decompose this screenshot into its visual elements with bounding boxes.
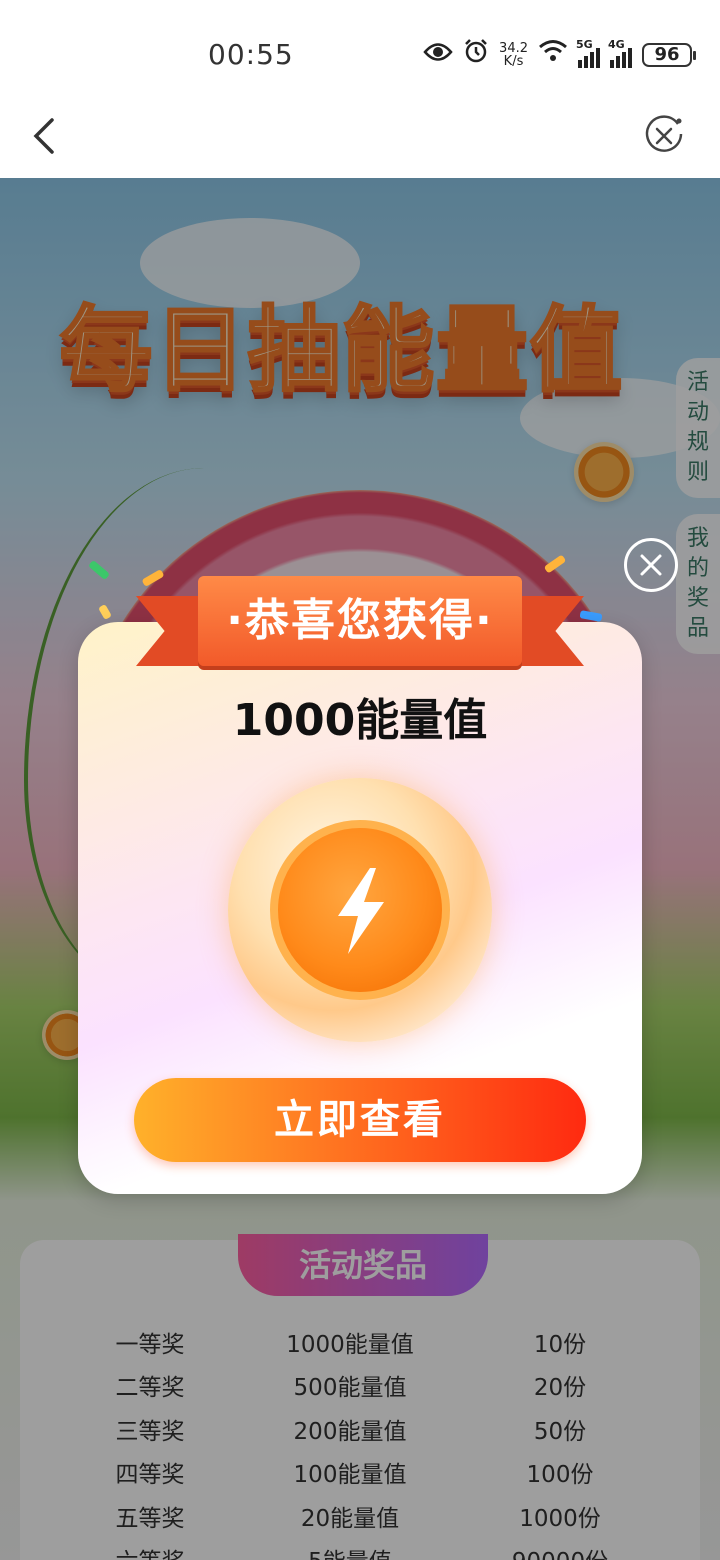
- reward-amount: 1000能量值: [232, 695, 488, 746]
- close-circle-icon: [645, 115, 683, 152]
- nav-bar: [0, 100, 720, 178]
- signal-4g-icon: 4G: [608, 38, 632, 68]
- reward-modal: ·恭喜您获得· 1000能量值 立即查看: [78, 576, 642, 1194]
- alarm-icon: [463, 38, 489, 71]
- status-bar: 00:55 34.2 K/s 5G 4G 96: [0, 0, 720, 100]
- signal-5g-icon: 5G: [576, 38, 600, 68]
- congrats-text: ·恭喜您获得·: [226, 595, 494, 646]
- wifi-icon: [538, 39, 568, 70]
- coin-core: [270, 820, 450, 1000]
- battery-indicator: 96: [642, 42, 696, 67]
- energy-coin-icon: [228, 778, 492, 1042]
- eye-icon: [423, 40, 453, 70]
- view-now-button[interactable]: 立即查看: [134, 1078, 586, 1162]
- net-speed-unit: K/s: [503, 53, 524, 69]
- close-icon: [640, 554, 662, 576]
- status-time: 00:55: [208, 38, 294, 71]
- signal-4g-label: 4G: [608, 37, 625, 51]
- congrats-ribbon: ·恭喜您获得·: [136, 576, 584, 676]
- net-speed-value: 34.2: [499, 40, 528, 56]
- ribbon-body: ·恭喜您获得·: [198, 576, 522, 666]
- modal-close-button[interactable]: [624, 538, 678, 592]
- chevron-left-icon: [33, 118, 54, 154]
- network-speed: 34.2 K/s: [499, 42, 528, 68]
- signal-5g-label: 5G: [576, 37, 593, 51]
- back-button[interactable]: [28, 114, 68, 158]
- lightning-icon: [338, 868, 384, 954]
- close-page-button[interactable]: [642, 114, 686, 158]
- status-icons: 34.2 K/s 5G 4G 96: [423, 38, 696, 71]
